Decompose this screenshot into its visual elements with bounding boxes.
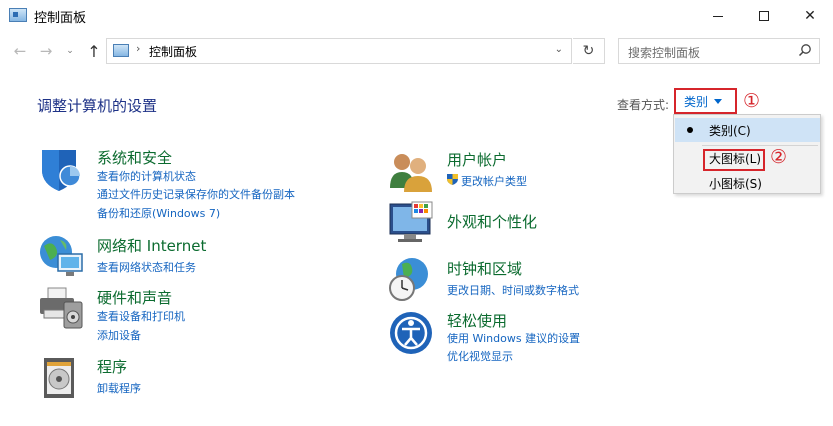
link-devices-printers[interactable]: 查看设备和打印机 [97, 308, 185, 324]
page-title: 调整计算机的设置 [37, 97, 158, 115]
network-globe-icon[interactable] [38, 234, 84, 280]
menu-item-label: 类别(C) [709, 123, 751, 138]
search-icon[interactable] [798, 43, 812, 57]
link-change-account-type[interactable]: 更改帐户类型 [461, 173, 527, 189]
up-button[interactable]: ↑ [84, 41, 104, 61]
breadcrumb-separator-icon[interactable]: › [136, 42, 140, 55]
title-bar: 控制面板 ✕ [0, 0, 833, 32]
address-dropdown-icon[interactable]: ⌄ [555, 44, 563, 55]
view-by-value: 类别 [684, 94, 709, 109]
maximize-icon [759, 11, 769, 21]
link-network-status[interactable]: 查看网络状态和任务 [97, 259, 196, 275]
link-uninstall-program[interactable]: 卸载程序 [97, 380, 141, 396]
breadcrumb-control-panel[interactable]: 控制面板 [149, 43, 197, 60]
category-title-hardware-sound[interactable]: 硬件和声音 [97, 287, 172, 308]
link-file-history[interactable]: 通过文件历史记录保存你的文件备份副本 [97, 186, 295, 202]
recent-locations-button[interactable]: ⌄ [60, 41, 80, 61]
search-placeholder: 搜索控制面板 [628, 46, 701, 60]
control-panel-icon [9, 8, 27, 22]
minimize-icon [713, 15, 723, 17]
accessibility-icon[interactable] [388, 310, 434, 356]
category-title-system-security[interactable]: 系统和安全 [97, 147, 172, 168]
search-input[interactable]: 搜索控制面板 [618, 38, 820, 64]
link-view-computer-status[interactable]: 查看你的计算机状态 [97, 168, 196, 184]
back-button[interactable]: ← [10, 41, 30, 61]
view-by-label: 查看方式: [617, 98, 670, 112]
view-by-dropdown[interactable]: 类别 [674, 88, 737, 114]
annotation-step-2: ② [770, 146, 788, 168]
link-windows-recommended-settings[interactable]: 使用 Windows 建议的设置 [447, 330, 580, 346]
category-title-ease-of-access[interactable]: 轻松使用 [447, 310, 507, 331]
navigation-bar: ← → ⌄ ↑ › 控制面板 ⌄ ↻ 搜索控制面板 [0, 34, 833, 68]
annotation-highlight-box [703, 149, 765, 171]
menu-item-label: 小图标(S) [709, 176, 762, 191]
close-button[interactable]: ✕ [787, 0, 833, 32]
refresh-button[interactable]: ↻ [573, 38, 605, 64]
selected-bullet-icon [687, 127, 693, 133]
category-title-programs[interactable]: 程序 [97, 356, 127, 377]
category-title-clock-region[interactable]: 时钟和区域 [447, 258, 522, 279]
link-add-device[interactable]: 添加设备 [97, 327, 141, 343]
shield-icon[interactable] [38, 146, 84, 192]
category-title-network-internet[interactable]: 网络和 Internet [97, 235, 206, 256]
window-title: 控制面板 [34, 11, 87, 26]
annotation-step-1: ① [743, 90, 761, 112]
printer-icon[interactable] [38, 284, 84, 330]
uac-shield-icon [447, 174, 458, 185]
category-title-user-accounts[interactable]: 用户帐户 [447, 149, 507, 170]
link-optimize-visual-display[interactable]: 优化视觉显示 [447, 348, 513, 364]
chevron-down-icon [714, 98, 723, 104]
view-by-menu: 类别(C) 大图标(L) 小图标(S) [673, 114, 821, 194]
control-panel-icon [113, 44, 129, 57]
link-backup-restore[interactable]: 备份和还原(Windows 7) [97, 205, 220, 221]
category-title-appearance[interactable]: 外观和个性化 [447, 211, 537, 232]
programs-icon[interactable] [38, 354, 84, 400]
maximize-button[interactable] [741, 0, 787, 32]
minimize-button[interactable] [695, 0, 741, 32]
clock-globe-icon[interactable] [388, 256, 434, 302]
forward-button[interactable]: → [36, 41, 56, 61]
menu-item-small-icons[interactable]: 小图标(S) [675, 171, 820, 195]
link-change-date-time[interactable]: 更改日期、时间或数字格式 [447, 282, 579, 298]
users-icon[interactable] [388, 148, 434, 194]
menu-item-category[interactable]: 类别(C) [675, 118, 820, 142]
monitor-color-icon[interactable] [388, 200, 434, 246]
address-bar[interactable]: › 控制面板 ⌄ [106, 38, 572, 64]
